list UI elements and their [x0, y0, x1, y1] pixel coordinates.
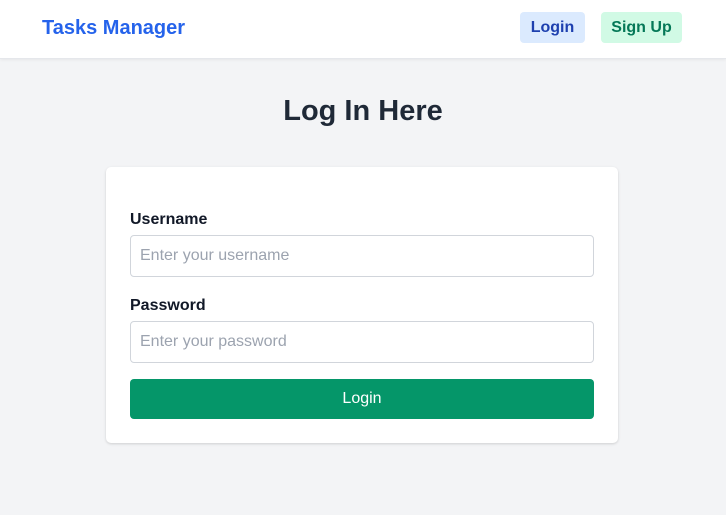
page-title: Log In Here	[283, 95, 443, 127]
login-card: Username Password Login	[106, 167, 618, 443]
login-submit-button[interactable]: Login	[130, 379, 594, 419]
nav-signup-button[interactable]: Sign Up	[601, 12, 682, 43]
password-input[interactable]	[130, 321, 594, 363]
username-label: Username	[130, 211, 208, 228]
username-input[interactable]	[130, 235, 594, 277]
password-label: Password	[130, 297, 206, 314]
nav-actions: Login Sign Up	[520, 12, 682, 43]
navbar: Tasks Manager Login Sign Up	[0, 0, 726, 59]
brand-title[interactable]: Tasks Manager	[42, 16, 185, 40]
nav-login-button[interactable]: Login	[520, 12, 585, 43]
